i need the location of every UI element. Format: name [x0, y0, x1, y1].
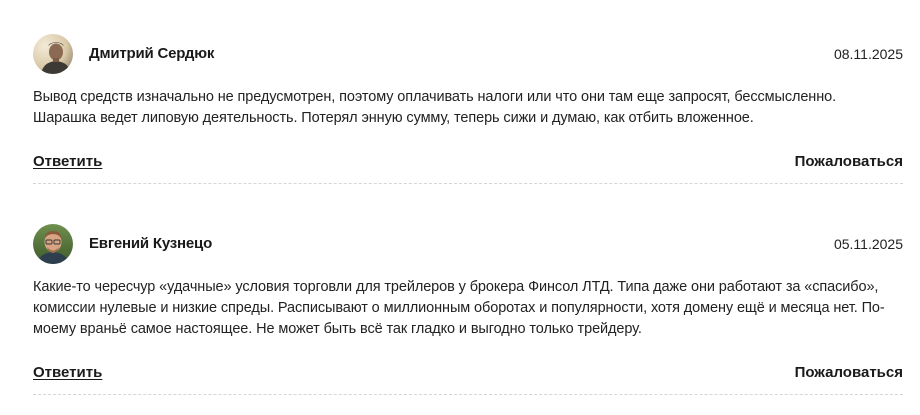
comment-item: Дмитрий Сердюк 08.11.2025 Вывод средств …: [33, 34, 903, 184]
comment-author: Дмитрий Сердюк: [89, 45, 215, 62]
comment-actions: Ответить Пожаловаться: [33, 153, 903, 175]
avatar: [33, 34, 73, 74]
user-photo-icon: [33, 34, 73, 74]
comment-divider: [33, 183, 903, 184]
comments-list: Дмитрий Сердюк 08.11.2025 Вывод средств …: [0, 0, 920, 415]
reply-button[interactable]: Ответить: [33, 364, 102, 381]
user-photo-icon: [33, 224, 73, 264]
report-button[interactable]: Пожаловаться: [795, 153, 903, 170]
comment-author: Евгений Кузнецо: [89, 235, 213, 252]
avatar: [33, 224, 73, 264]
comment-actions: Ответить Пожаловаться: [33, 364, 903, 386]
report-button[interactable]: Пожаловаться: [795, 364, 903, 381]
reply-button[interactable]: Ответить: [33, 153, 102, 170]
comment-header: Евгений Кузнецо 05.11.2025: [33, 224, 903, 266]
comment-text: Вывод средств изначально не предусмотрен…: [33, 89, 837, 126]
comment-header: Дмитрий Сердюк 08.11.2025: [33, 34, 903, 76]
comment-divider: [33, 394, 903, 395]
comment-date: 08.11.2025: [833, 46, 903, 62]
comment-date: 05.11.2025: [833, 236, 903, 252]
comment-item: Евгений Кузнецо 05.11.2025 Какие-то чере…: [33, 224, 903, 395]
comment-text: Какие-то чересчур «удачные» условия торг…: [33, 279, 885, 337]
